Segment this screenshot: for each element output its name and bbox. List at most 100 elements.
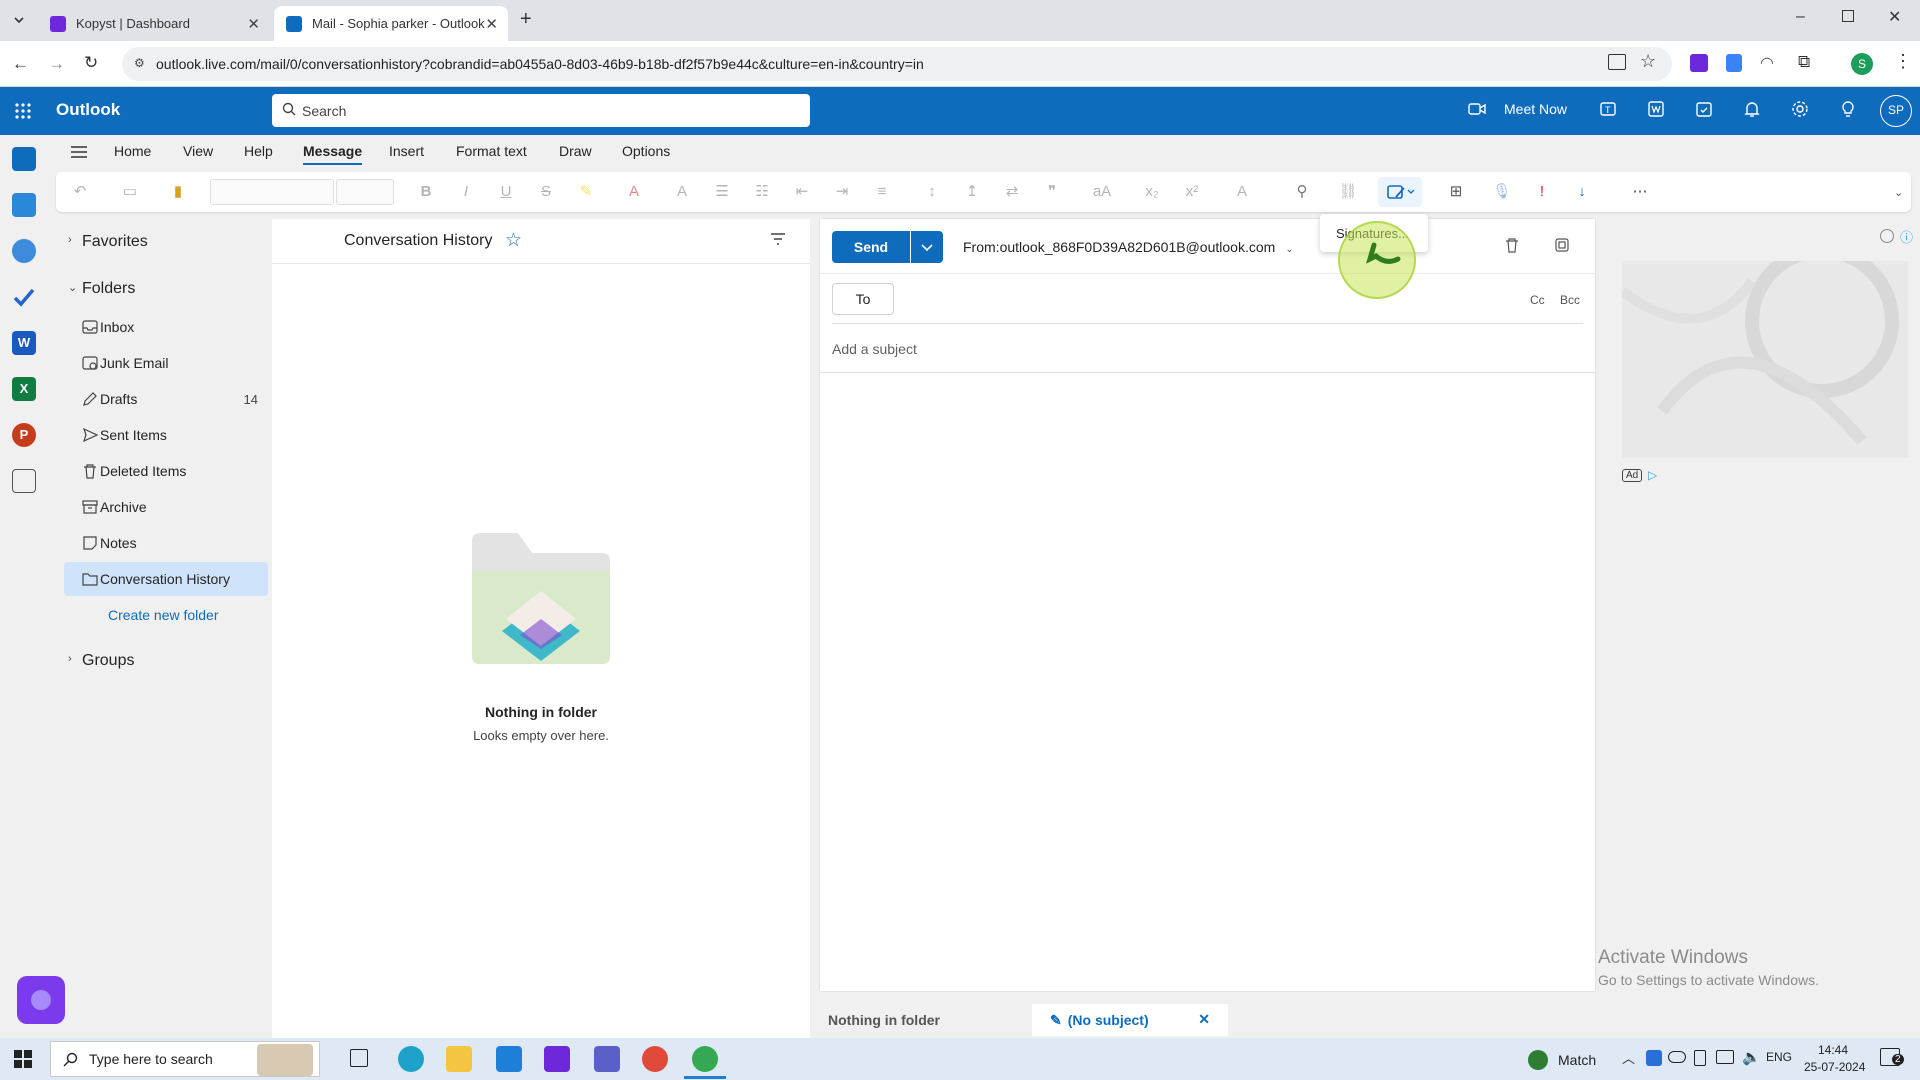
folders-header[interactable]: Folders xyxy=(82,280,135,298)
extension-icon[interactable]: ◠ xyxy=(1760,53,1774,73)
teams-app-icon[interactable] xyxy=(594,1046,620,1072)
tab-home[interactable]: Home xyxy=(114,143,151,159)
send-options-button[interactable] xyxy=(911,231,943,263)
tab-message[interactable]: Message xyxy=(303,143,363,165)
folders-chevron-icon[interactable]: ⌄ xyxy=(68,281,77,294)
bold-icon[interactable]: B xyxy=(416,182,436,202)
network-icon[interactable] xyxy=(1716,1050,1734,1064)
word-icon[interactable] xyxy=(1646,99,1670,123)
taskbar-search-input[interactable]: Type here to search xyxy=(50,1041,320,1077)
line-spacing-icon[interactable]: ↕ xyxy=(922,182,942,202)
ad-info-icon[interactable]: ▷ xyxy=(1648,468,1657,482)
tray-chevron-icon[interactable]: ︿ xyxy=(1622,1048,1635,1067)
more-apps-icon[interactable] xyxy=(12,469,36,493)
todo-check-icon[interactable] xyxy=(12,285,36,309)
folder-conversation-history[interactable]: Conversation History xyxy=(64,562,268,596)
paragraph-spacing-icon[interactable]: ↥ xyxy=(962,182,982,202)
extensions-puzzle-icon[interactable]: ⧉ xyxy=(1798,52,1810,72)
cc-button[interactable]: Cc xyxy=(1530,293,1545,307)
tab-view[interactable]: View xyxy=(183,143,213,159)
signature-button[interactable] xyxy=(1378,177,1422,207)
tab-list-button[interactable] xyxy=(8,9,30,31)
create-new-folder-link[interactable]: Create new folder xyxy=(108,607,219,623)
high-importance-icon[interactable]: ! xyxy=(1532,182,1552,202)
folder-inbox[interactable]: Inbox xyxy=(64,310,268,344)
browser-tab-outlook[interactable]: Mail - Sophia parker - Outlook ✕ xyxy=(274,6,508,41)
account-avatar[interactable]: SP xyxy=(1880,95,1912,127)
onedrive-icon[interactable] xyxy=(1668,1051,1686,1063)
groups-chevron-icon[interactable]: › xyxy=(68,653,72,665)
weather-widget[interactable]: Match xyxy=(1528,1050,1596,1070)
folder-drafts[interactable]: Drafts 14 xyxy=(64,382,268,416)
minimize-window-button[interactable]: – xyxy=(1796,8,1805,26)
edge-browser-icon[interactable] xyxy=(398,1046,424,1072)
ad-image[interactable] xyxy=(1622,261,1908,458)
tab-format-text[interactable]: Format text xyxy=(456,143,527,159)
dictate-mic-icon[interactable]: 🎙 xyxy=(1492,182,1512,202)
kopyst-extension-icon[interactable] xyxy=(1690,54,1708,72)
tab-help[interactable]: Help xyxy=(244,143,273,159)
tab-draw[interactable]: Draw xyxy=(559,143,592,159)
search-input[interactable]: Search xyxy=(272,94,810,127)
bcc-button[interactable]: Bcc xyxy=(1560,293,1580,307)
profile-avatar[interactable]: S xyxy=(1851,53,1873,75)
file-explorer-icon[interactable] xyxy=(446,1046,472,1072)
hamburger-menu-icon[interactable] xyxy=(70,145,88,159)
underline-icon[interactable]: U xyxy=(496,182,516,202)
undo-icon[interactable]: ↶ xyxy=(70,182,90,202)
clock-date[interactable]: 25-07-2024 xyxy=(1804,1060,1865,1074)
favorites-chevron-icon[interactable]: › xyxy=(68,234,72,246)
task-view-icon[interactable] xyxy=(350,1049,368,1067)
excel-app-icon[interactable]: X xyxy=(12,377,36,401)
tray-app-icon[interactable] xyxy=(1646,1050,1662,1066)
back-icon[interactable]: ← xyxy=(12,54,29,74)
extension-icon[interactable] xyxy=(1726,54,1742,72)
decrease-indent-icon[interactable]: ⇤ xyxy=(792,182,812,202)
folder-notes[interactable]: Notes xyxy=(64,526,268,560)
change-case-icon[interactable]: aA xyxy=(1092,182,1112,202)
numbering-icon[interactable]: ☷ xyxy=(752,182,772,202)
ribbon-collapse-chevron-icon[interactable]: ⌄ xyxy=(1894,186,1903,199)
people-icon[interactable] xyxy=(12,239,36,263)
kopyst-app-icon[interactable] xyxy=(544,1046,570,1072)
italic-icon[interactable]: I xyxy=(456,182,476,202)
close-tab-icon[interactable]: ✕ xyxy=(485,15,498,33)
bullets-icon[interactable]: ☰ xyxy=(712,182,732,202)
site-info-icon[interactable]: ⚙ xyxy=(134,56,145,70)
format-painter-icon[interactable]: ▮ xyxy=(168,182,188,202)
app-launcher-icon[interactable] xyxy=(14,102,32,120)
favorite-star-icon[interactable]: ☆ xyxy=(505,229,522,252)
bookmark-star-icon[interactable]: ☆ xyxy=(1640,51,1656,72)
discard-trash-icon[interactable] xyxy=(1504,237,1520,253)
chrome-app-icon[interactable] xyxy=(642,1046,668,1072)
close-window-button[interactable]: ✕ xyxy=(1888,7,1901,27)
paste-icon[interactable]: ▭ xyxy=(120,182,140,202)
link-icon[interactable]: ⛓ xyxy=(1338,182,1358,202)
tab-options[interactable]: Options xyxy=(622,143,670,159)
folder-sent-items[interactable]: Sent Items xyxy=(64,418,268,452)
notifications-center-icon[interactable]: 2 xyxy=(1880,1048,1904,1066)
quote-icon[interactable]: ❞ xyxy=(1042,182,1062,202)
battery-icon[interactable] xyxy=(1694,1050,1706,1066)
item-tab-draft[interactable]: ✎ (No subject) ✕ xyxy=(1032,1004,1228,1036)
more-options-icon[interactable]: ⋯ xyxy=(1630,182,1650,202)
chrome-profile-app-icon[interactable] xyxy=(692,1046,718,1072)
highlight-icon[interactable]: ✎ xyxy=(576,182,596,202)
powerpoint-app-icon[interactable]: P xyxy=(12,423,36,447)
url-field[interactable]: ⚙ outlook.live.com/mail/0/conversationhi… xyxy=(122,47,1672,81)
browser-menu-icon[interactable]: ⋮ xyxy=(1894,51,1912,72)
superscript-icon[interactable]: x² xyxy=(1182,182,1202,202)
my-day-icon[interactable] xyxy=(1694,99,1718,123)
subscript-icon[interactable]: x₂ xyxy=(1142,182,1162,202)
mail-icon[interactable] xyxy=(12,147,36,171)
ad-options-icon[interactable] xyxy=(1880,229,1894,243)
folder-archive[interactable]: Archive xyxy=(64,490,268,524)
strikethrough-icon[interactable]: S xyxy=(536,182,556,202)
message-body[interactable] xyxy=(832,383,1583,979)
forward-icon[interactable]: → xyxy=(48,54,65,74)
filter-icon[interactable] xyxy=(770,232,786,246)
install-app-icon[interactable] xyxy=(1608,54,1626,70)
text-direction-icon[interactable]: ⇄ xyxy=(1002,182,1022,202)
reload-icon[interactable]: ↻ xyxy=(84,53,98,73)
tab-insert[interactable]: Insert xyxy=(389,143,424,159)
